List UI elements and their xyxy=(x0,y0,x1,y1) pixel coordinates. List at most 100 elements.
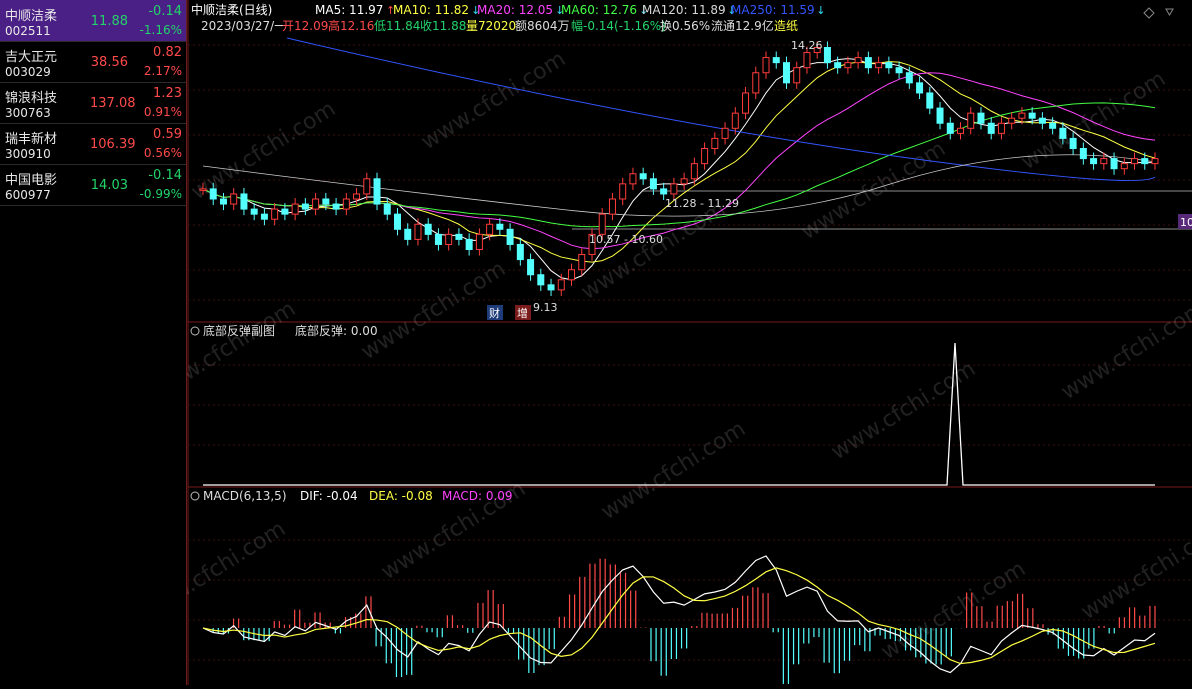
candle xyxy=(731,112,739,129)
watchlist-row[interactable]: 中国电影 600977 14.03 -0.14 -0.99% xyxy=(0,164,186,206)
chart-grid xyxy=(187,0,1192,685)
stock-pct: -1.16% xyxy=(139,23,182,37)
candle xyxy=(393,213,401,230)
candle xyxy=(199,188,207,191)
candle xyxy=(527,259,535,276)
stock-change: -0.14 xyxy=(148,168,182,183)
macd-title: MACD(6,13,5) xyxy=(203,489,287,503)
info-float: 流通12.9亿 xyxy=(711,18,774,33)
candle xyxy=(557,279,565,291)
svg-text:www.cfchi.com: www.cfchi.com xyxy=(1057,296,1192,405)
macd-dea: DEA: -0.08 xyxy=(369,489,433,503)
candle xyxy=(363,178,371,195)
candle xyxy=(1110,158,1118,170)
candle xyxy=(486,223,494,235)
macd-settings-icon[interactable] xyxy=(190,491,200,501)
candle xyxy=(332,203,340,210)
candle xyxy=(864,57,872,69)
diamond-icon[interactable] xyxy=(1143,7,1155,19)
stock-price: 106.39 xyxy=(90,137,136,152)
candle xyxy=(322,198,330,205)
candle xyxy=(762,57,770,74)
candle xyxy=(946,122,954,134)
candle xyxy=(1141,158,1149,165)
candle xyxy=(475,233,483,251)
candle xyxy=(885,62,893,69)
sub1-value: 底部反弹: 0.00 xyxy=(295,323,378,338)
stock-name: 瑞丰新材 xyxy=(5,132,58,147)
candle xyxy=(506,228,514,245)
candle xyxy=(875,62,883,69)
candle xyxy=(434,233,442,245)
candle xyxy=(936,107,944,124)
info-low: 低11.84 xyxy=(374,19,420,33)
stock-change: 0.59 xyxy=(153,127,182,142)
watchlist-row[interactable]: 瑞丰新材 300910 106.39 0.59 0.56% xyxy=(0,123,186,165)
candle xyxy=(680,178,688,185)
candle xyxy=(1090,158,1098,165)
stock-price: 38.56 xyxy=(90,55,128,70)
watchlist-row[interactable]: 吉大正元 003029 38.56 0.82 2.17% xyxy=(0,41,186,83)
ma-trend-icon: ↓ xyxy=(816,4,825,17)
stock-pct: 0.56% xyxy=(143,146,182,160)
candle xyxy=(383,203,391,215)
candle xyxy=(721,127,729,139)
candle xyxy=(301,203,309,210)
stock-code: 600977 xyxy=(5,188,51,202)
info-high: 高12.16 xyxy=(328,18,374,33)
kline-chart-area[interactable]: www.cfchi.com www.cfchi.com www.cfchi.com w… xyxy=(137,0,1192,685)
candle xyxy=(1079,148,1087,160)
candle xyxy=(660,188,668,195)
candle xyxy=(373,178,381,205)
svg-text:www.cfchi.com: www.cfchi.com xyxy=(417,46,570,155)
candle xyxy=(516,243,524,261)
candlesticks xyxy=(199,41,1159,296)
tag-zeng: 增 xyxy=(517,306,528,320)
candle xyxy=(1120,163,1128,170)
candle xyxy=(701,148,709,165)
candle xyxy=(291,203,299,215)
triangle-down-icon[interactable] xyxy=(1165,8,1174,16)
candle xyxy=(782,62,790,84)
candle xyxy=(1069,137,1077,149)
candle xyxy=(1049,122,1057,129)
candle xyxy=(690,163,698,180)
candle xyxy=(670,183,678,195)
candle xyxy=(895,67,903,74)
ma-label: MA20: 12.05 xyxy=(477,3,553,17)
info-amplitude: 幅-0.14(-1.16%) xyxy=(571,18,666,33)
candle xyxy=(424,223,432,235)
stock-price: 14.03 xyxy=(90,178,128,193)
main-header: 中顺洁柔(日线) MA5: 11.97 ↑MA10: 11.82 ↓MA20: 12… xyxy=(191,2,825,33)
chart-title: 中顺洁柔(日线) xyxy=(191,2,272,17)
candle xyxy=(926,92,934,109)
candle xyxy=(1059,127,1067,139)
candle xyxy=(537,274,545,286)
high-marker-label: 14.26 xyxy=(791,39,823,52)
info-turnover: 换0.56% xyxy=(660,19,710,33)
candle xyxy=(997,122,1005,134)
level-label-2: 10.57 - 10.60 xyxy=(589,233,663,246)
sub1-title: 底部反弹副图 xyxy=(203,323,275,338)
candle xyxy=(547,284,555,291)
watchlist-row[interactable]: 中顺洁柔 002511 11.88 -0.14 -1.16% xyxy=(0,0,186,42)
macd-value: MACD: 0.09 xyxy=(442,489,513,503)
candle xyxy=(1028,112,1036,119)
stock-pct: 2.17% xyxy=(143,64,182,78)
candle xyxy=(823,47,831,64)
candle xyxy=(752,72,760,94)
stock-code: 300763 xyxy=(5,106,51,120)
window-controls[interactable] xyxy=(1143,7,1174,19)
svg-text:www.cfchi.com: www.cfchi.com xyxy=(187,296,300,405)
candle xyxy=(496,223,504,230)
candle xyxy=(281,208,289,215)
sub1-settings-icon[interactable] xyxy=(190,326,200,336)
candle xyxy=(1151,158,1159,165)
stock-change: 0.82 xyxy=(153,45,182,60)
stock-name: 锦浪科技 xyxy=(5,91,58,106)
watchlist-row[interactable]: 锦浪科技 300763 137.08 1.23 0.91% xyxy=(0,82,186,124)
candle xyxy=(649,178,657,190)
candle xyxy=(578,254,586,271)
stock-name: 中顺洁柔 xyxy=(5,9,58,24)
candle xyxy=(711,137,719,149)
